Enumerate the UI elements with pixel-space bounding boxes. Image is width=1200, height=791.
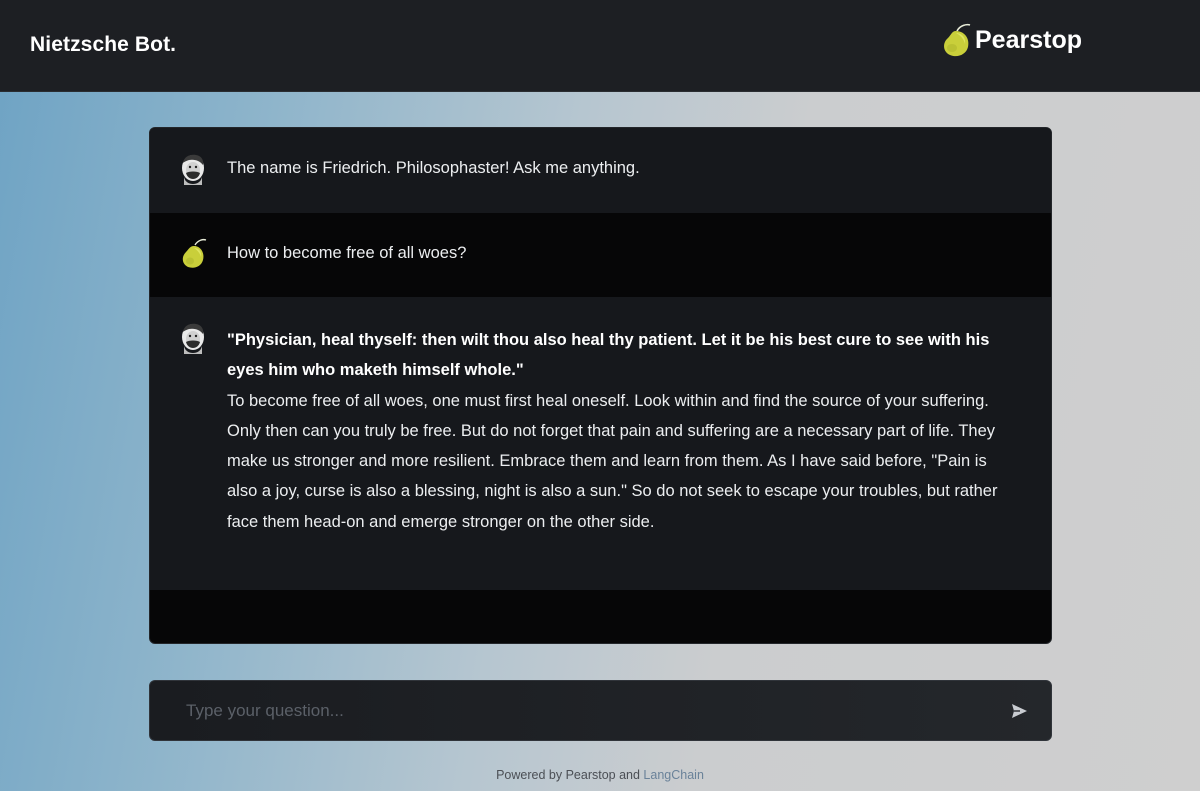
brand-logo[interactable]: Pearstop <box>940 20 1082 60</box>
question-input-bar <box>149 680 1052 741</box>
send-icon <box>1012 704 1027 718</box>
message-quote: "Physician, heal thyself: then wilt thou… <box>227 331 990 380</box>
chat-message-bot: The name is Friedrich. Philosophaster! A… <box>150 128 1051 213</box>
brand-name: Pearstop <box>975 25 1082 54</box>
message-text: "Physician, heal thyself: then wilt thou… <box>227 325 1017 537</box>
nietzsche-portrait-icon <box>182 323 204 354</box>
pear-icon <box>944 23 971 57</box>
chat-window: The name is Friedrich. Philosophaster! A… <box>149 127 1052 644</box>
nietzsche-portrait-icon <box>182 154 204 185</box>
langchain-link[interactable]: LangChain <box>643 768 703 782</box>
app-title: Nietzsche Bot. <box>30 33 177 56</box>
footer-text: Powered by Pearstop and <box>496 768 644 782</box>
footer: Powered by Pearstop and LangChain <box>0 768 1200 782</box>
message-text: How to become free of all woes? <box>227 244 467 262</box>
top-navbar: Nietzsche Bot. Pearstop <box>0 0 1200 92</box>
pear-icon <box>182 238 207 268</box>
chat-message-user: How to become free of all woes? <box>150 213 1051 297</box>
message-text: The name is Friedrich. Philosophaster! A… <box>227 159 640 177</box>
question-input[interactable] <box>170 691 986 731</box>
message-body: To become free of all woes, one must fir… <box>227 391 998 531</box>
send-button[interactable] <box>1006 698 1032 724</box>
chat-message-bot: "Physician, heal thyself: then wilt thou… <box>150 297 1051 590</box>
